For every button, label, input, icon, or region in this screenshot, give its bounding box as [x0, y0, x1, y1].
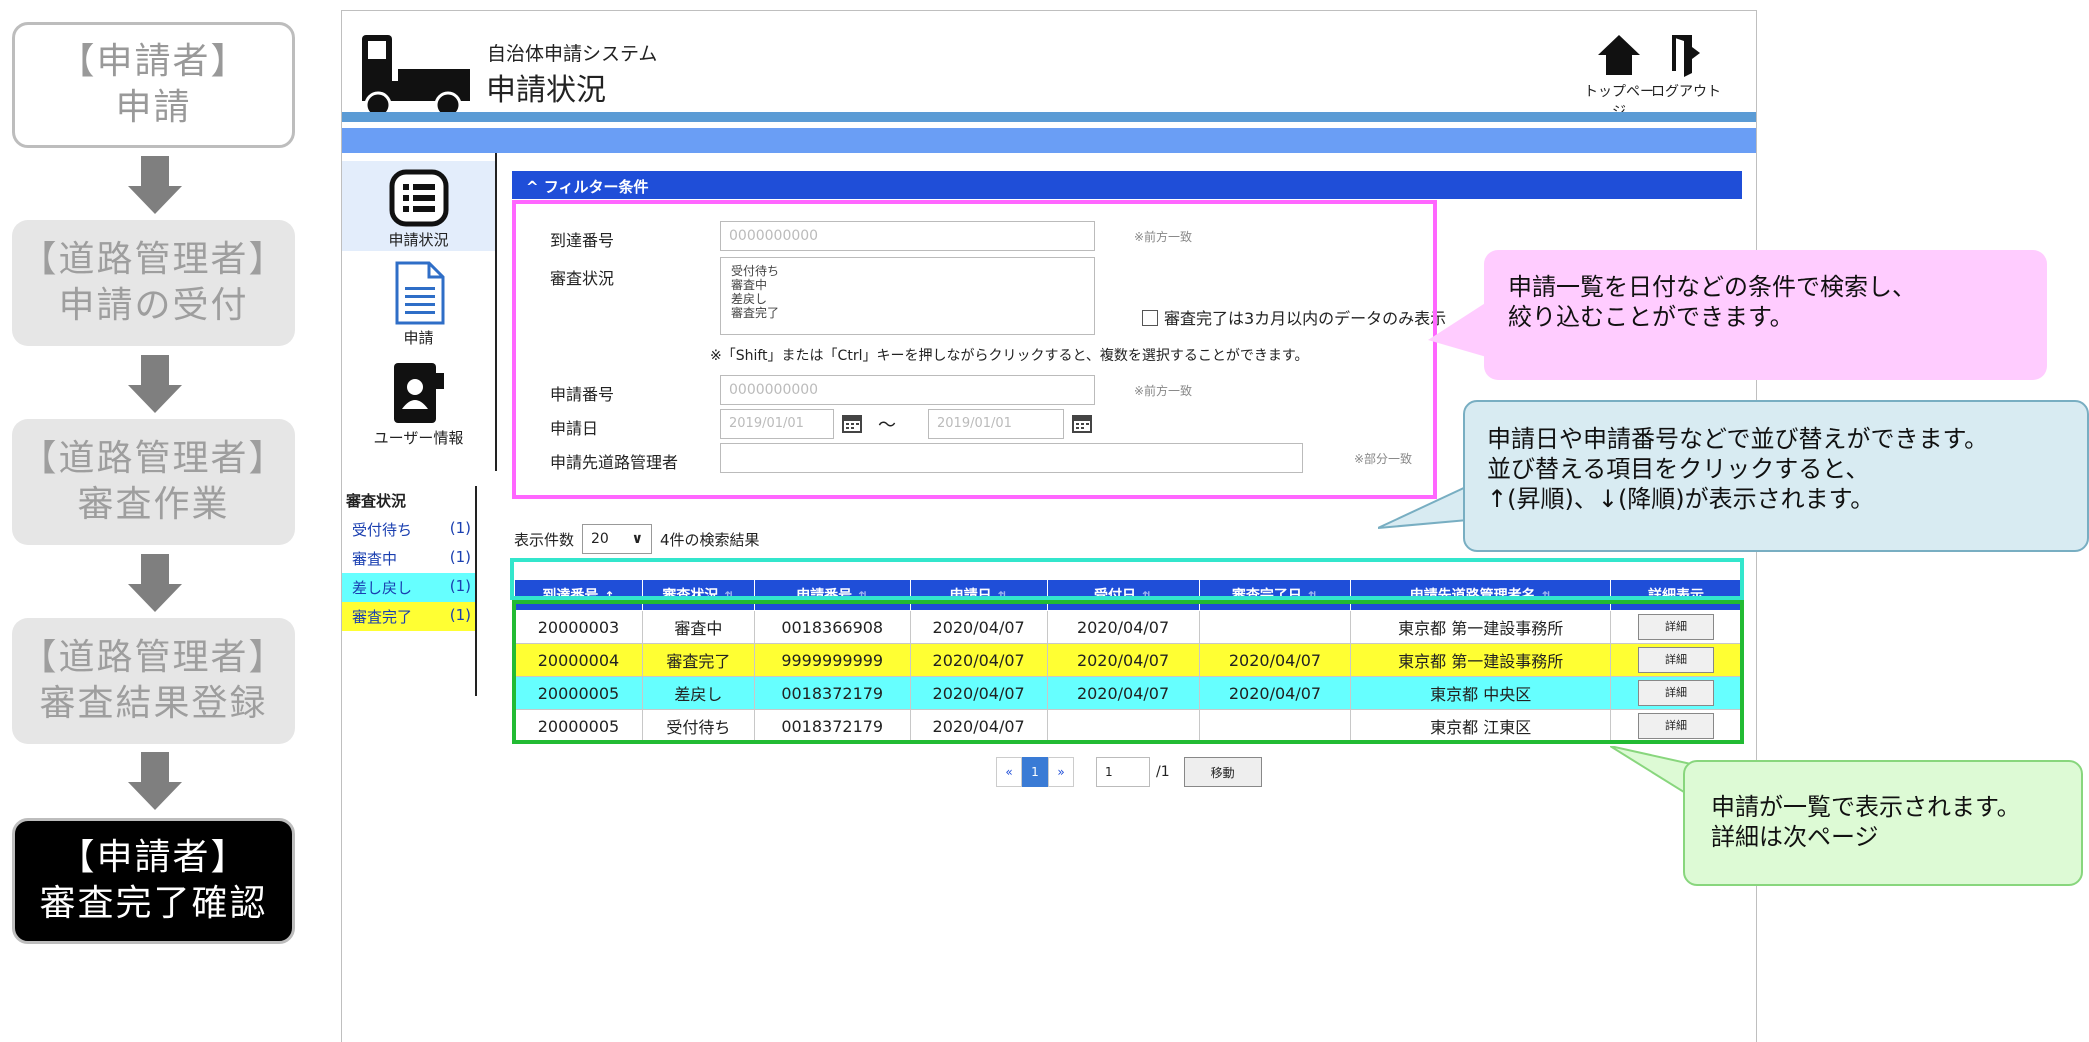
logout-button[interactable]: ログアウト — [1651, 33, 1721, 101]
nav-item-user-info[interactable]: ユーザー情報 — [342, 361, 495, 457]
callout-tail — [1428, 300, 1490, 358]
flow-step-role: 【道路管理者】 — [20, 637, 287, 678]
header-band — [342, 112, 1756, 122]
app-header: 自治体申請システム 申請状況 トップページ ログアウト — [342, 11, 1756, 120]
status-filter-reviewing[interactable]: 審査中 (1) — [342, 544, 475, 573]
user-card-icon — [393, 363, 444, 423]
rows-highlight-frame — [512, 600, 1744, 744]
page-1-button[interactable]: 1 — [1022, 757, 1048, 787]
status-filter-waiting[interactable]: 受付待ち (1) — [342, 515, 475, 544]
nav-apply-label: 申請 — [403, 329, 434, 347]
status-filter-completed[interactable]: 審査完了 (1) — [342, 602, 475, 631]
page-title: 申請状況 — [486, 73, 606, 108]
logout-icon — [1672, 35, 1700, 77]
flow-step-result-registration: 【道路管理者】 審査結果登録 — [12, 618, 295, 744]
flow-step-completion-check: 【申請者】 審査完了確認 — [12, 818, 295, 944]
flow-down-arrow — [128, 355, 182, 413]
flow-step-role: 【申請者】 — [58, 837, 249, 878]
logout-label: ログアウト — [1651, 84, 1721, 100]
flow-step-action: 審査結果登録 — [39, 683, 268, 724]
flow-step-action: 審査完了確認 — [39, 883, 268, 924]
system-name: 自治体申請システム — [487, 43, 658, 65]
result-count: 4件の検索結果 — [660, 530, 760, 549]
header-highlight-frame — [510, 558, 1744, 600]
flow-step-role: 【申請者】 — [58, 41, 249, 82]
page-number-input[interactable]: 1 — [1096, 757, 1150, 787]
flow-step-receipt: 【道路管理者】 申請の受付 — [12, 220, 295, 346]
list-icon — [389, 169, 448, 227]
nav-user-info-label: ユーザー情報 — [373, 429, 464, 447]
nav-status-label: 申請状況 — [388, 231, 449, 249]
flow-step-action: 申請の受付 — [58, 285, 249, 326]
page-size-label: 表示件数 — [514, 530, 575, 549]
page-total: /1 — [1156, 764, 1170, 780]
status-count: (1) — [449, 606, 471, 624]
callout-tail — [1378, 484, 1468, 529]
flow-step-role: 【道路管理者】 — [20, 438, 287, 479]
home-icon — [1598, 35, 1640, 75]
sort-callout: 申請日や申請番号などで並び替えができます。 並び替える項目をクリックすると、 ↑… — [1463, 400, 2089, 552]
flow-step-apply: 【申請者】 申請 — [12, 22, 295, 148]
next-page-button[interactable]: » — [1048, 757, 1074, 787]
flow-down-arrow — [128, 156, 182, 214]
chevron-down-icon: ∨ — [631, 531, 644, 547]
status-count: (1) — [449, 577, 471, 595]
nav-band — [342, 128, 1756, 153]
nav-item-apply[interactable]: 申請 — [342, 261, 495, 357]
page-go-button[interactable]: 移動 — [1183, 757, 1262, 787]
truck-logo-icon — [362, 35, 470, 119]
flow-step-role: 【道路管理者】 — [20, 239, 287, 280]
status-panel-title: 審査状況 — [346, 492, 407, 510]
flow-down-arrow — [128, 554, 182, 612]
results-toolbar: 表示件数 20 ∨ 4件の検索結果 — [514, 524, 760, 554]
status-filter-returned[interactable]: 差し戻し (1) — [342, 573, 475, 602]
list-callout: 申請が一覧で表示されます。 詳細は次ページ — [1683, 760, 2083, 886]
filter-callout: 申請一覧を日付などの条件で検索し、 絞り込むことができます。 — [1484, 250, 2047, 380]
document-icon — [395, 261, 444, 325]
status-count: (1) — [449, 519, 471, 537]
page-size-select[interactable]: 20 ∨ — [582, 524, 653, 554]
flow-step-action: 審査作業 — [77, 484, 230, 525]
flow-down-arrow — [128, 752, 182, 810]
flow-step-review: 【道路管理者】 審査作業 — [12, 419, 295, 545]
nav-item-status[interactable]: 申請状況 — [342, 161, 495, 251]
filter-toggle[interactable]: ^ フィルター条件 — [512, 171, 1742, 199]
status-count: (1) — [449, 548, 471, 566]
side-nav: 申請状況 申請 ユーザー情報 — [342, 153, 497, 471]
flow-step-action: 申請 — [115, 87, 192, 128]
review-status-panel: 審査状況 受付待ち (1) 審査中 (1) 差し戻し (1) 審査完了 (1) — [342, 486, 477, 696]
top-page-button[interactable]: トップページ — [1584, 33, 1654, 121]
filter-highlight-frame — [512, 200, 1437, 499]
prev-page-button[interactable]: « — [996, 757, 1022, 787]
pagination: « 1 » 1 /1 移動 — [996, 757, 1262, 787]
